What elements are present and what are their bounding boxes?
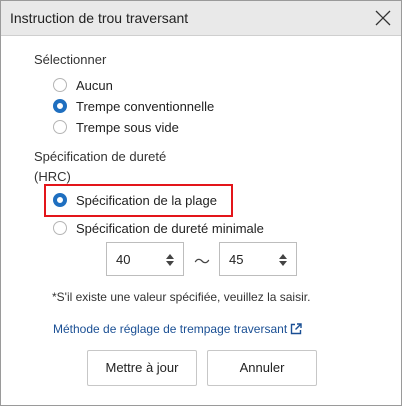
dialog: Instruction de trou traversant Sélection… xyxy=(0,0,402,406)
range-min-value: 40 xyxy=(116,252,131,267)
radio-label: Trempe conventionnelle xyxy=(76,98,215,114)
spinner-arrows-icon[interactable] xyxy=(165,253,175,267)
radio-button[interactable] xyxy=(53,78,67,92)
dialog-title: Instruction de trou traversant xyxy=(10,10,189,26)
range-separator: ～ xyxy=(194,254,211,271)
radio-option-trempe-conventionnelle[interactable]: Trempe conventionnelle xyxy=(53,97,214,115)
update-button[interactable]: Mettre à jour xyxy=(87,350,197,386)
hardness-unit: (HRC) xyxy=(34,169,71,184)
radio-button[interactable] xyxy=(53,120,67,134)
radio-option-specification-plage[interactable]: Spécification de la plage xyxy=(53,191,217,209)
radio-label: Spécification de la plage xyxy=(76,192,217,208)
radio-label: Trempe sous vide xyxy=(76,119,179,135)
radio-button-selected[interactable] xyxy=(53,99,67,113)
radio-option-aucun[interactable]: Aucun xyxy=(53,76,113,94)
close-icon[interactable] xyxy=(375,10,391,26)
link-label: Méthode de réglage de trempage traversan… xyxy=(53,322,288,336)
external-link-icon xyxy=(290,323,302,335)
radio-option-durete-minimale[interactable]: Spécification de dureté minimale xyxy=(53,219,264,237)
spinner-arrows-icon[interactable] xyxy=(278,253,288,267)
selection-heading: Sélectionner xyxy=(34,52,107,67)
quenching-method-link[interactable]: Méthode de réglage de trempage traversan… xyxy=(53,322,302,336)
radio-label: Spécification de dureté minimale xyxy=(76,220,264,236)
radio-button[interactable] xyxy=(53,221,67,235)
range-max-value: 45 xyxy=(229,252,244,267)
cancel-button[interactable]: Annuler xyxy=(207,350,317,386)
hardness-heading: Spécification de dureté xyxy=(34,149,167,164)
radio-button-selected[interactable] xyxy=(53,193,67,207)
title-bar: Instruction de trou traversant xyxy=(1,1,401,36)
input-note: *S'il existe une valeur spécifiée, veuil… xyxy=(52,290,311,304)
range-min-stepper[interactable]: 40 xyxy=(106,242,184,276)
radio-option-trempe-sous-vide[interactable]: Trempe sous vide xyxy=(53,118,179,136)
radio-label: Aucun xyxy=(76,77,113,93)
range-max-stepper[interactable]: 45 xyxy=(219,242,297,276)
